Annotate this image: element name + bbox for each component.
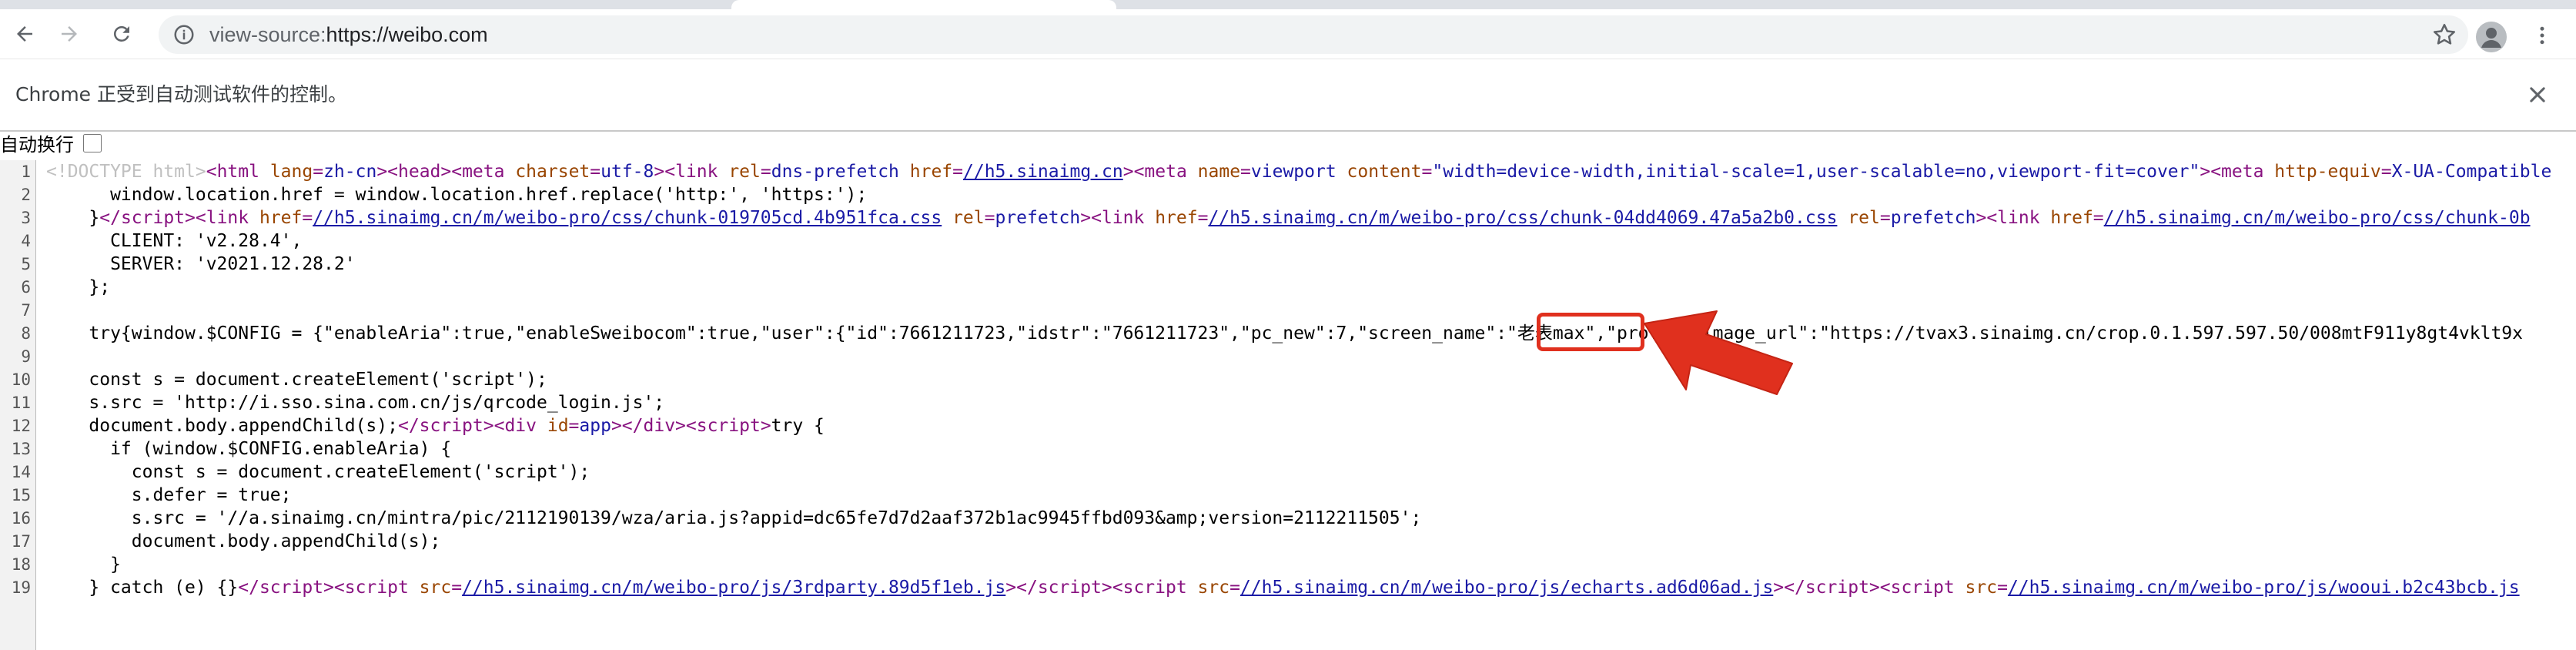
- source-link[interactable]: //h5.sinaimg.cn/m/weibo-pro/js/wooui.b2c…: [2008, 578, 2520, 598]
- line-number: 17: [11, 532, 31, 551]
- source-link[interactable]: //h5.sinaimg.cn/m/weibo-pro/css/chunk-0b: [2104, 208, 2531, 228]
- line-number: 4: [21, 232, 31, 250]
- reload-icon: [114, 25, 129, 42]
- source-link[interactable]: //h5.sinaimg.cn: [963, 162, 1123, 182]
- active-tab[interactable]: [731, 0, 1116, 9]
- source-link[interactable]: //h5.sinaimg.cn/m/weibo-pro/js/echarts.a…: [1240, 578, 1773, 598]
- line-code: s.defer = true;: [46, 485, 292, 505]
- line-number: 8: [21, 324, 31, 343]
- line-code: const s = document.createElement('script…: [46, 370, 547, 390]
- line-code: };: [46, 277, 111, 297]
- line-number: 2: [21, 186, 31, 204]
- line-code: document.body.appendChild(s);</script><d…: [46, 416, 825, 436]
- forward-arrow-icon: [62, 26, 77, 42]
- line-number: 3: [21, 209, 31, 227]
- source-link[interactable]: //h5.sinaimg.cn/m/weibo-pro/js/3rdparty.…: [462, 578, 1005, 598]
- line-code: s.src = 'http://i.sso.sina.com.cn/js/qrc…: [46, 393, 665, 413]
- browser-toolbar: view-source:https://weibo.com: [0, 9, 2576, 59]
- line-number: 18: [11, 555, 31, 574]
- url-host: https://weibo.com: [326, 23, 488, 46]
- line-code: window.location.href = window.location.h…: [46, 185, 868, 205]
- profile-icon: [2476, 22, 2507, 52]
- line-number: 13: [11, 440, 31, 458]
- line-code: document.body.appendChild(s);: [46, 531, 441, 551]
- line-code: s.src = '//a.sinaimg.cn/mintra/pic/21121…: [46, 508, 1422, 528]
- line-number: 5: [21, 255, 31, 273]
- line-number: 1: [21, 162, 31, 181]
- line-number: 19: [11, 578, 31, 597]
- line-code: } catch (e) {}</script><script src=//h5.…: [46, 578, 2520, 598]
- line-code: try{window.$CONFIG = {"enableAria":true,…: [46, 323, 2524, 343]
- red-arrow-icon: [1644, 310, 1793, 395]
- forward-button[interactable]: [54, 18, 85, 49]
- back-button[interactable]: [9, 18, 40, 49]
- line-number: 15: [11, 486, 31, 504]
- line-number: 12: [11, 417, 31, 435]
- line-code: }: [46, 555, 121, 575]
- line-code: SERVER: 'v2021.12.28.2': [46, 254, 356, 274]
- line-wrap-toggle: 自动换行: [0, 131, 2576, 159]
- profile-button[interactable]: [2476, 22, 2507, 52]
- line-number: 14: [11, 463, 31, 481]
- highlight-box: [1537, 313, 1644, 351]
- browser-menu-button[interactable]: [2527, 20, 2558, 51]
- back-arrow-icon: [17, 26, 32, 42]
- line-code: const s = document.createElement('script…: [46, 462, 590, 482]
- source-listing: 1 <!DOCTYPE html><html lang=zh-cn><head><…: [0, 160, 2576, 650]
- line-code: CLIENT: 'v2.28.4',: [46, 231, 303, 251]
- line-number: 11: [11, 394, 31, 412]
- star-icon[interactable]: [2431, 22, 2457, 48]
- line-number: 6: [21, 278, 31, 297]
- line-code: if (window.$CONFIG.enableAria) {: [46, 439, 452, 459]
- line-code: }</script><link href=//h5.sinaimg.cn/m/w…: [46, 208, 2531, 228]
- line-number: 16: [11, 509, 31, 528]
- line-wrap-checkbox[interactable]: [83, 134, 102, 152]
- url-scheme: view-source:: [209, 23, 326, 46]
- tab-strip: [0, 0, 2576, 9]
- infobar-close-button[interactable]: [2522, 79, 2553, 110]
- line-number: 7: [21, 301, 31, 320]
- close-icon: [2530, 87, 2545, 102]
- source-link[interactable]: //h5.sinaimg.cn/m/weibo-pro/css/chunk-01…: [313, 208, 942, 228]
- source-link[interactable]: //h5.sinaimg.cn/m/weibo-pro/css/chunk-04…: [1208, 208, 1837, 228]
- infobar-message: Chrome 正受到自动测试软件的控制。: [15, 83, 348, 106]
- line-code: <!DOCTYPE html><html lang=zh-cn><head><m…: [46, 162, 2552, 182]
- address-bar[interactable]: view-source:https://weibo.com: [159, 15, 2468, 54]
- line-number: 9: [21, 347, 31, 366]
- line-number: 10: [11, 370, 31, 389]
- reload-button[interactable]: [106, 18, 137, 49]
- automation-infobar: Chrome 正受到自动测试软件的控制。: [0, 59, 2576, 132]
- info-icon[interactable]: [172, 23, 196, 46]
- line-wrap-label: 自动换行: [0, 134, 74, 156]
- url-text[interactable]: view-source:https://weibo.com: [209, 15, 488, 54]
- kebab-menu-icon: [2540, 26, 2544, 45]
